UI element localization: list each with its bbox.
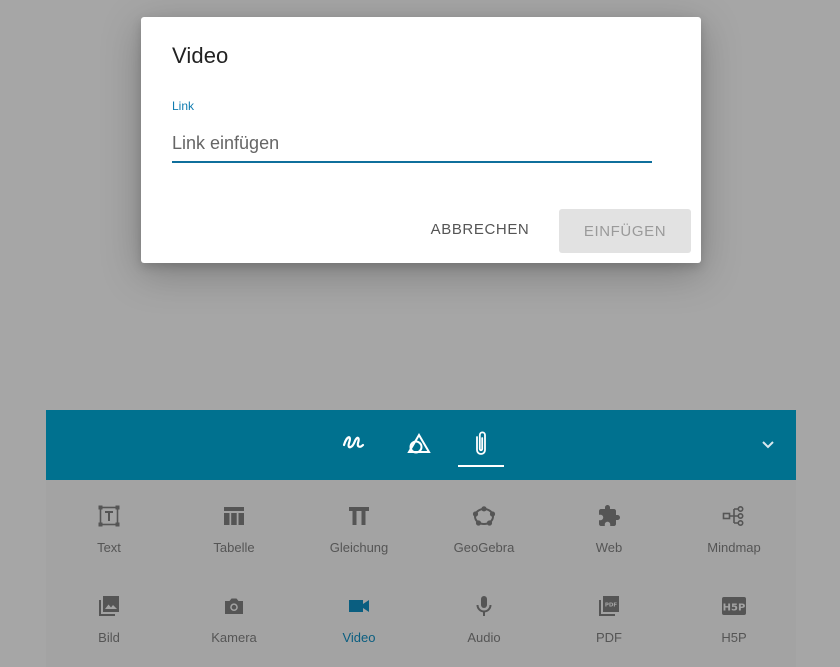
tool-label: H5P [721, 630, 747, 645]
tool-label: Audio [467, 630, 501, 645]
tool-label: Mindmap [707, 540, 761, 555]
tool-label: GeoGebra [453, 540, 515, 555]
tool-h5p[interactable]: H5P H5P [679, 582, 789, 652]
link-field-label: Link [172, 99, 195, 113]
tool-geogebra[interactable]: GeoGebra [429, 492, 539, 562]
table-icon [224, 507, 244, 525]
tool-web[interactable]: Web [554, 492, 664, 562]
tool-label: Bild [98, 630, 120, 645]
dialog-title: Video [172, 43, 229, 68]
equation-icon [349, 507, 369, 525]
video-dialog: Video Link ABBRECHEN EINFÜGEN [141, 17, 701, 263]
toolbar-header [46, 410, 796, 480]
mindmap-icon [722, 505, 744, 526]
microphone-icon [476, 596, 492, 616]
tool-label: PDF [596, 630, 622, 645]
tool-label: Video [342, 630, 376, 645]
tool-label: Kamera [211, 630, 257, 645]
tool-image[interactable]: Bild [54, 582, 164, 652]
tool-equation[interactable]: Gleichung [304, 492, 414, 562]
insert-toolbar: Text Tabelle Gleichung GeoGebra Web Mind… [46, 410, 796, 667]
tool-label: Tabelle [213, 540, 255, 555]
active-tab-indicator [458, 465, 504, 467]
geogebra-icon [472, 506, 496, 526]
tool-camera[interactable]: Kamera [179, 582, 289, 652]
chevron-down-icon[interactable] [756, 432, 780, 456]
insert-button[interactable]: EINFÜGEN [559, 209, 691, 253]
attachment-icon[interactable] [467, 430, 495, 458]
tool-pdf[interactable]: PDF PDF [554, 582, 664, 652]
link-input[interactable] [172, 125, 652, 163]
tool-table[interactable]: Tabelle [179, 492, 289, 562]
shapes-icon[interactable] [405, 430, 433, 458]
tool-video[interactable]: Video [304, 582, 414, 652]
svg-text:PDF: PDF [605, 603, 618, 609]
camera-icon [225, 598, 243, 614]
tool-text[interactable]: Text [54, 492, 164, 562]
svg-text:H5P: H5P [723, 603, 746, 614]
draw-icon[interactable] [340, 430, 368, 458]
cancel-button[interactable]: ABBRECHEN [415, 211, 545, 247]
tool-audio[interactable]: Audio [429, 582, 539, 652]
pdf-icon: PDF [599, 596, 619, 616]
tool-label: Web [595, 540, 623, 555]
video-icon [349, 600, 369, 612]
image-icon [99, 596, 119, 616]
tool-label: Text [97, 540, 121, 555]
text-icon [98, 505, 120, 527]
tool-label: Gleichung [329, 540, 389, 555]
tool-mindmap[interactable]: Mindmap [679, 492, 789, 562]
puzzle-icon [599, 505, 620, 526]
h5p-icon: H5P [722, 597, 746, 615]
